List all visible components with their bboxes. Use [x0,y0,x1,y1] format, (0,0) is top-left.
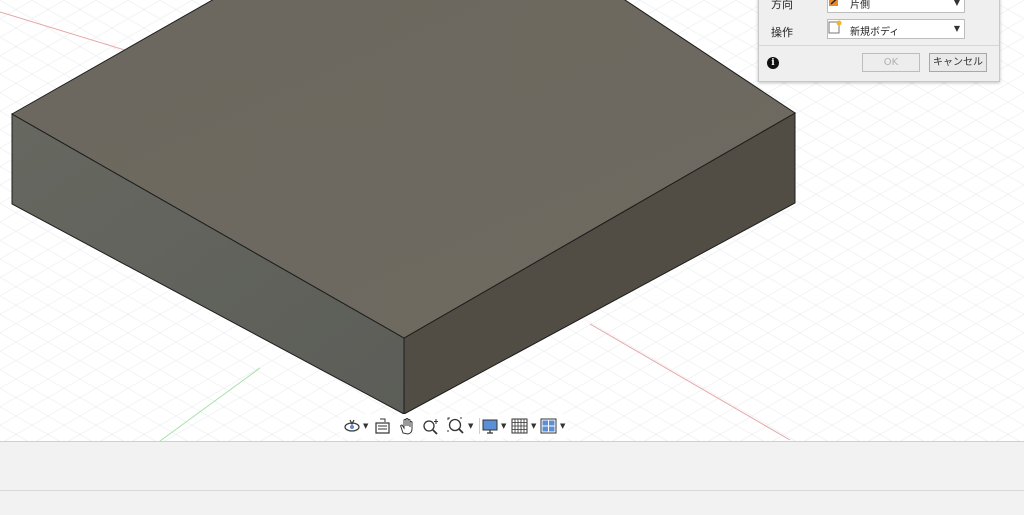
fit-icon [447,417,464,434]
operation-row: 操作 新規ボディ ▼ [759,19,999,41]
chevron-down-icon: ▼ [560,422,566,430]
chevron-down-icon: ▼ [363,422,369,430]
direction-label: 方向 [771,0,793,11]
ok-button[interactable]: OK [862,53,920,72]
status-bar [0,490,1024,515]
extrude-dialog: 方向 片側 ▼ 操作 新規ボディ ▼ i OK キャンセル [758,0,1000,82]
display-settings-button[interactable]: ▼ [480,416,508,436]
look-at-button[interactable] [373,416,393,436]
orbit-button[interactable]: ▼ [342,416,370,436]
pan-icon [400,418,413,435]
canvas-viewport[interactable]: 方向 片側 ▼ 操作 新規ボディ ▼ i OK キャンセル ▼ ▼ ▼ ▼ ▼ [0,0,1024,441]
chevron-down-icon: ▼ [531,422,537,430]
navigation-toolbar: ▼ ▼ ▼ ▼ ▼ [340,414,568,438]
fit-button[interactable]: ▼ [446,416,476,436]
grid-settings-button[interactable]: ▼ [510,416,538,436]
operation-dropdown[interactable]: 新規ボディ ▼ [827,19,965,39]
chevron-down-icon: ▼ [468,422,474,430]
direction-value: 片側 [850,0,870,11]
cancel-button[interactable]: キャンセル [929,53,987,72]
viewports-icon [540,418,557,434]
operation-label: 操作 [771,26,793,39]
chevron-down-icon: ▼ [501,422,507,430]
look-at-icon [375,418,390,434]
one-side-extrude-icon [829,0,838,6]
display-settings-icon [482,419,498,434]
operation-value: 新規ボディ [850,27,900,38]
timeline-panel [0,441,1024,490]
direction-row: 方向 片側 ▼ [759,0,999,17]
direction-dropdown[interactable]: 片側 ▼ [827,0,965,13]
zoom-icon [423,419,438,435]
zoom-button[interactable] [421,416,443,436]
chevron-down-icon: ▼ [953,24,960,33]
info-icon[interactable]: i [767,57,779,69]
pan-button[interactable] [397,416,417,436]
chevron-down-icon: ▼ [953,0,960,7]
viewports-button[interactable]: ▼ [539,416,567,436]
grid-icon [511,418,528,434]
orbit-icon [344,419,360,432]
new-body-icon [828,20,842,34]
dialog-divider [759,45,999,46]
